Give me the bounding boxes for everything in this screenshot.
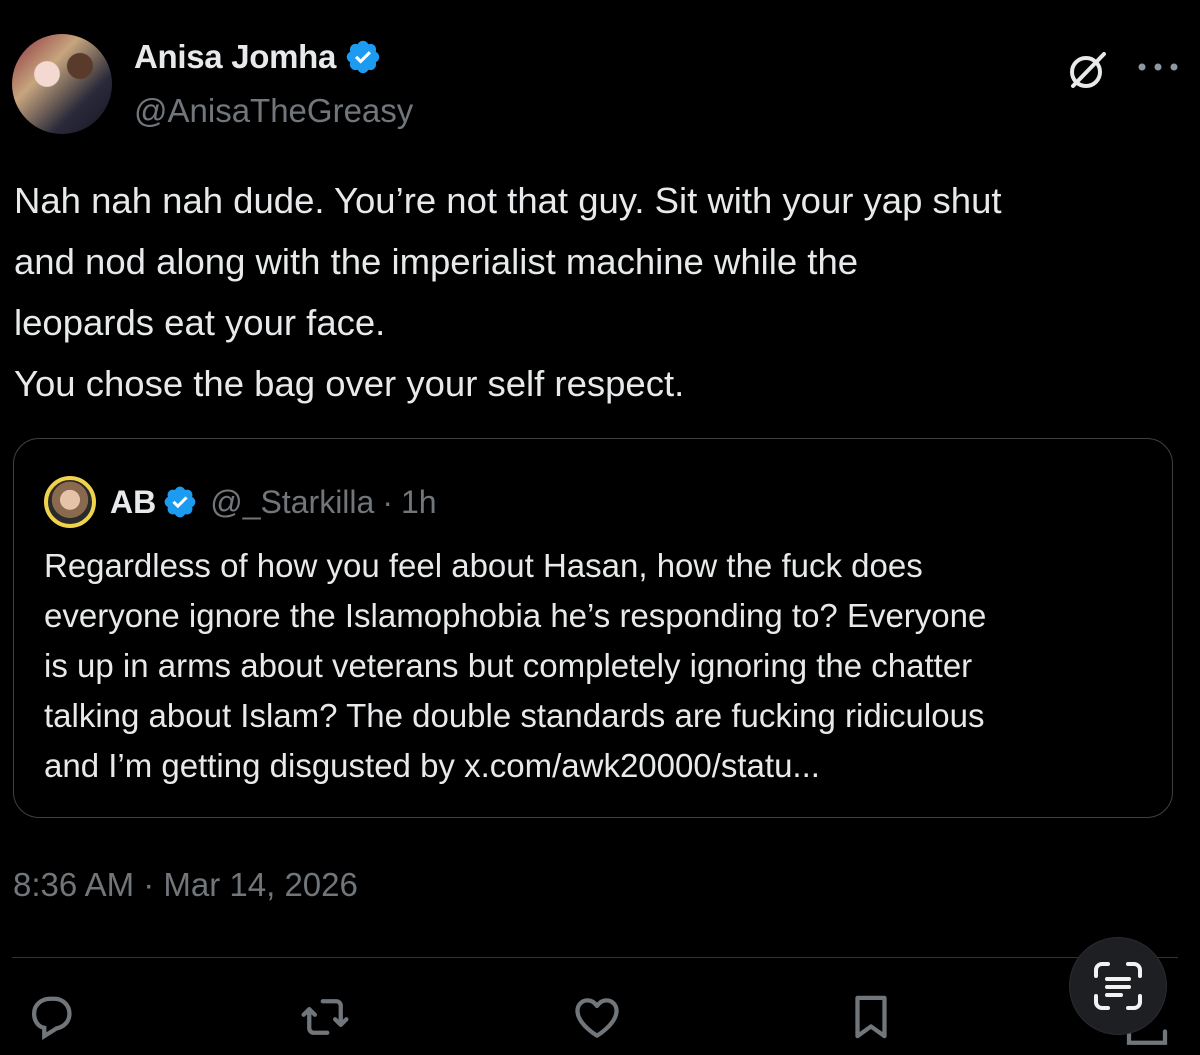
quoted-text-line[interactable]: and I’m getting disgusted by x.com/awk20… (44, 741, 1154, 791)
scan-text-button[interactable] (1070, 938, 1166, 1034)
quoted-text-line: is up in arms about veterans but complet… (44, 647, 973, 684)
quoted-author-avatar (44, 476, 96, 528)
author-avatar[interactable] (12, 34, 112, 134)
author-handle[interactable]: @AnisaTheGreasy (134, 92, 413, 130)
tweet-text-line: Nah nah nah dude. You’re not that guy. S… (14, 180, 1002, 221)
author-name-row: Anisa Jomha (134, 38, 382, 76)
verified-badge-icon[interactable] (344, 38, 382, 76)
quoted-text-line: everyone ignore the Islamophobia he’s re… (44, 597, 987, 634)
tweet-text-line: and nod along with the imperialist machi… (14, 241, 859, 282)
quoted-author-name: AB (110, 483, 157, 520)
reply-icon[interactable] (24, 990, 78, 1044)
tweet-text-line: You chose the bag over your self respect… (14, 363, 685, 404)
more-options-icon[interactable] (1132, 52, 1184, 82)
tweet-text: Nah nah nah dude. You’re not that guy. S… (14, 170, 1184, 414)
quoted-verified-badge-icon (164, 486, 196, 518)
author-display-name[interactable]: Anisa Jomha (134, 38, 336, 76)
repost-icon[interactable] (298, 990, 352, 1044)
scan-text-icon (1094, 962, 1142, 1010)
grok-icon[interactable] (1064, 46, 1112, 94)
tweet-text-line: leopards eat your face. (14, 302, 386, 343)
tweet-timestamp[interactable]: 8:36 AM · Mar 14, 2026 (13, 866, 358, 904)
quoted-time: 1h (400, 483, 437, 520)
quoted-separator: · (382, 483, 393, 520)
quoted-tweet-text: Regardless of how you feel about Hasan, … (44, 541, 1154, 791)
divider (12, 957, 1178, 958)
quoted-text-line: talking about Islam? The double standard… (44, 697, 985, 734)
quoted-tweet-header: AB @_Starkilla · 1h (44, 476, 437, 528)
tweet-header: Anisa Jomha @AnisaTheGreasy (12, 30, 1192, 140)
quoted-text-line: Regardless of how you feel about Hasan, … (44, 547, 923, 584)
quoted-tweet-card[interactable]: AB @_Starkilla · 1h Regardless of how yo… (13, 438, 1173, 818)
bookmark-icon[interactable] (844, 990, 898, 1044)
like-icon[interactable] (570, 990, 624, 1044)
quoted-author-handle: @_Starkilla (210, 483, 375, 520)
